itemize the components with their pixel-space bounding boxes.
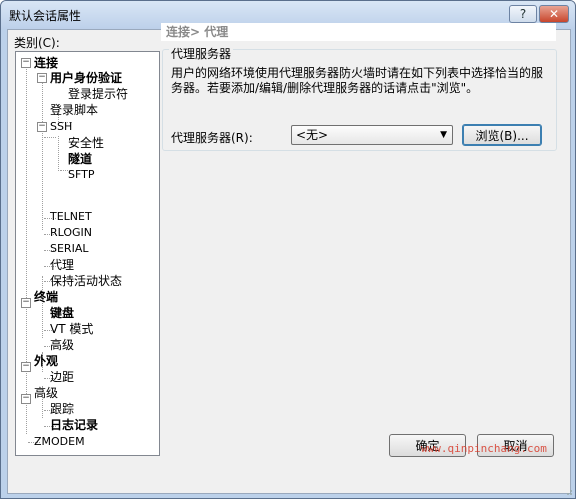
tree-item-serial[interactable]: SERIAL [50, 242, 88, 256]
collapse-connection-icon[interactable]: − [21, 58, 31, 68]
tree-item-telnet[interactable]: TELNET [50, 210, 92, 224]
proxy-description: 用户的网络环境使用代理服务器防火墙时请在如下列表中选择恰当的服务器。若要添加/编… [171, 66, 544, 95]
tree-item-vt-mode[interactable]: VT 模式 [50, 322, 93, 336]
tree-item-margin[interactable]: 边距 [50, 370, 74, 384]
tree-item-login-script[interactable]: 登录脚本 [50, 103, 98, 117]
tree-item-security[interactable]: 安全性 [68, 136, 104, 150]
tree-item-user-auth[interactable]: 用户身份验证 [50, 71, 122, 85]
help-button[interactable]: ? [509, 5, 537, 23]
watermark-text: www.qinpinchang.com [421, 442, 547, 455]
dialog-window: 默认会话属性 ? ✕ 类别(C): − − − − − − 连接 用户身份验证 … [0, 0, 576, 499]
category-label: 类别(C): [14, 36, 60, 50]
tree-item-logging[interactable]: 日志记录 [50, 418, 98, 432]
proxy-server-select[interactable]: <无> ▼ [291, 125, 453, 145]
tree-item-appearance[interactable]: 外观 [34, 354, 58, 368]
tree-item-proxy[interactable]: 代理 [50, 258, 74, 272]
tree-item-keepalive[interactable]: 保持活动状态 [50, 274, 122, 288]
tree-line [44, 137, 56, 138]
tree-item-sftp[interactable]: SFTP [68, 168, 94, 182]
collapse-appearance-icon[interactable]: − [21, 362, 31, 372]
tree-line [42, 80, 43, 230]
tree-item-terminal-advanced[interactable]: 高级 [50, 338, 74, 352]
category-tree[interactable]: − − − − − − 连接 用户身份验证 登录提示符 登录脚本 SSH 安全性… [15, 51, 160, 456]
tree-item-terminal[interactable]: 终端 [34, 290, 58, 304]
proxy-server-label: 代理服务器(R): [171, 131, 253, 145]
collapse-terminal-icon[interactable]: − [21, 298, 31, 308]
tree-item-login-prompt[interactable]: 登录提示符 [68, 87, 128, 101]
tree-item-tunnel[interactable]: 隧道 [68, 152, 92, 166]
tree-item-trace[interactable]: 跟踪 [50, 402, 74, 416]
tree-item-ssh[interactable]: SSH [50, 120, 72, 134]
window-title: 默认会话属性 [9, 9, 82, 23]
collapse-advanced-icon[interactable]: − [21, 394, 31, 404]
collapse-ssh-icon[interactable]: − [37, 122, 47, 132]
tree-line [58, 136, 59, 171]
collapse-user-auth-icon[interactable]: − [37, 73, 47, 83]
resize-grip-icon[interactable] [563, 486, 573, 496]
proxy-group-title: 代理服务器 [169, 45, 234, 62]
panel-header: 连接> 代理 [161, 23, 556, 41]
tree-line [42, 276, 43, 338]
chevron-down-icon: ▼ [440, 130, 447, 140]
tree-item-connection[interactable]: 连接 [34, 56, 58, 70]
tree-item-rlogin[interactable]: RLOGIN [50, 226, 92, 240]
tree-item-keyboard[interactable]: 键盘 [50, 306, 74, 320]
tree-item-advanced[interactable]: 高级 [34, 386, 58, 400]
tree-item-zmodem[interactable]: ZMODEM [34, 435, 85, 449]
browse-button[interactable]: 浏览(B)... [462, 124, 542, 146]
close-button[interactable]: ✕ [539, 5, 569, 23]
proxy-server-value: <无> [296, 128, 329, 142]
tree-line [26, 64, 27, 434]
